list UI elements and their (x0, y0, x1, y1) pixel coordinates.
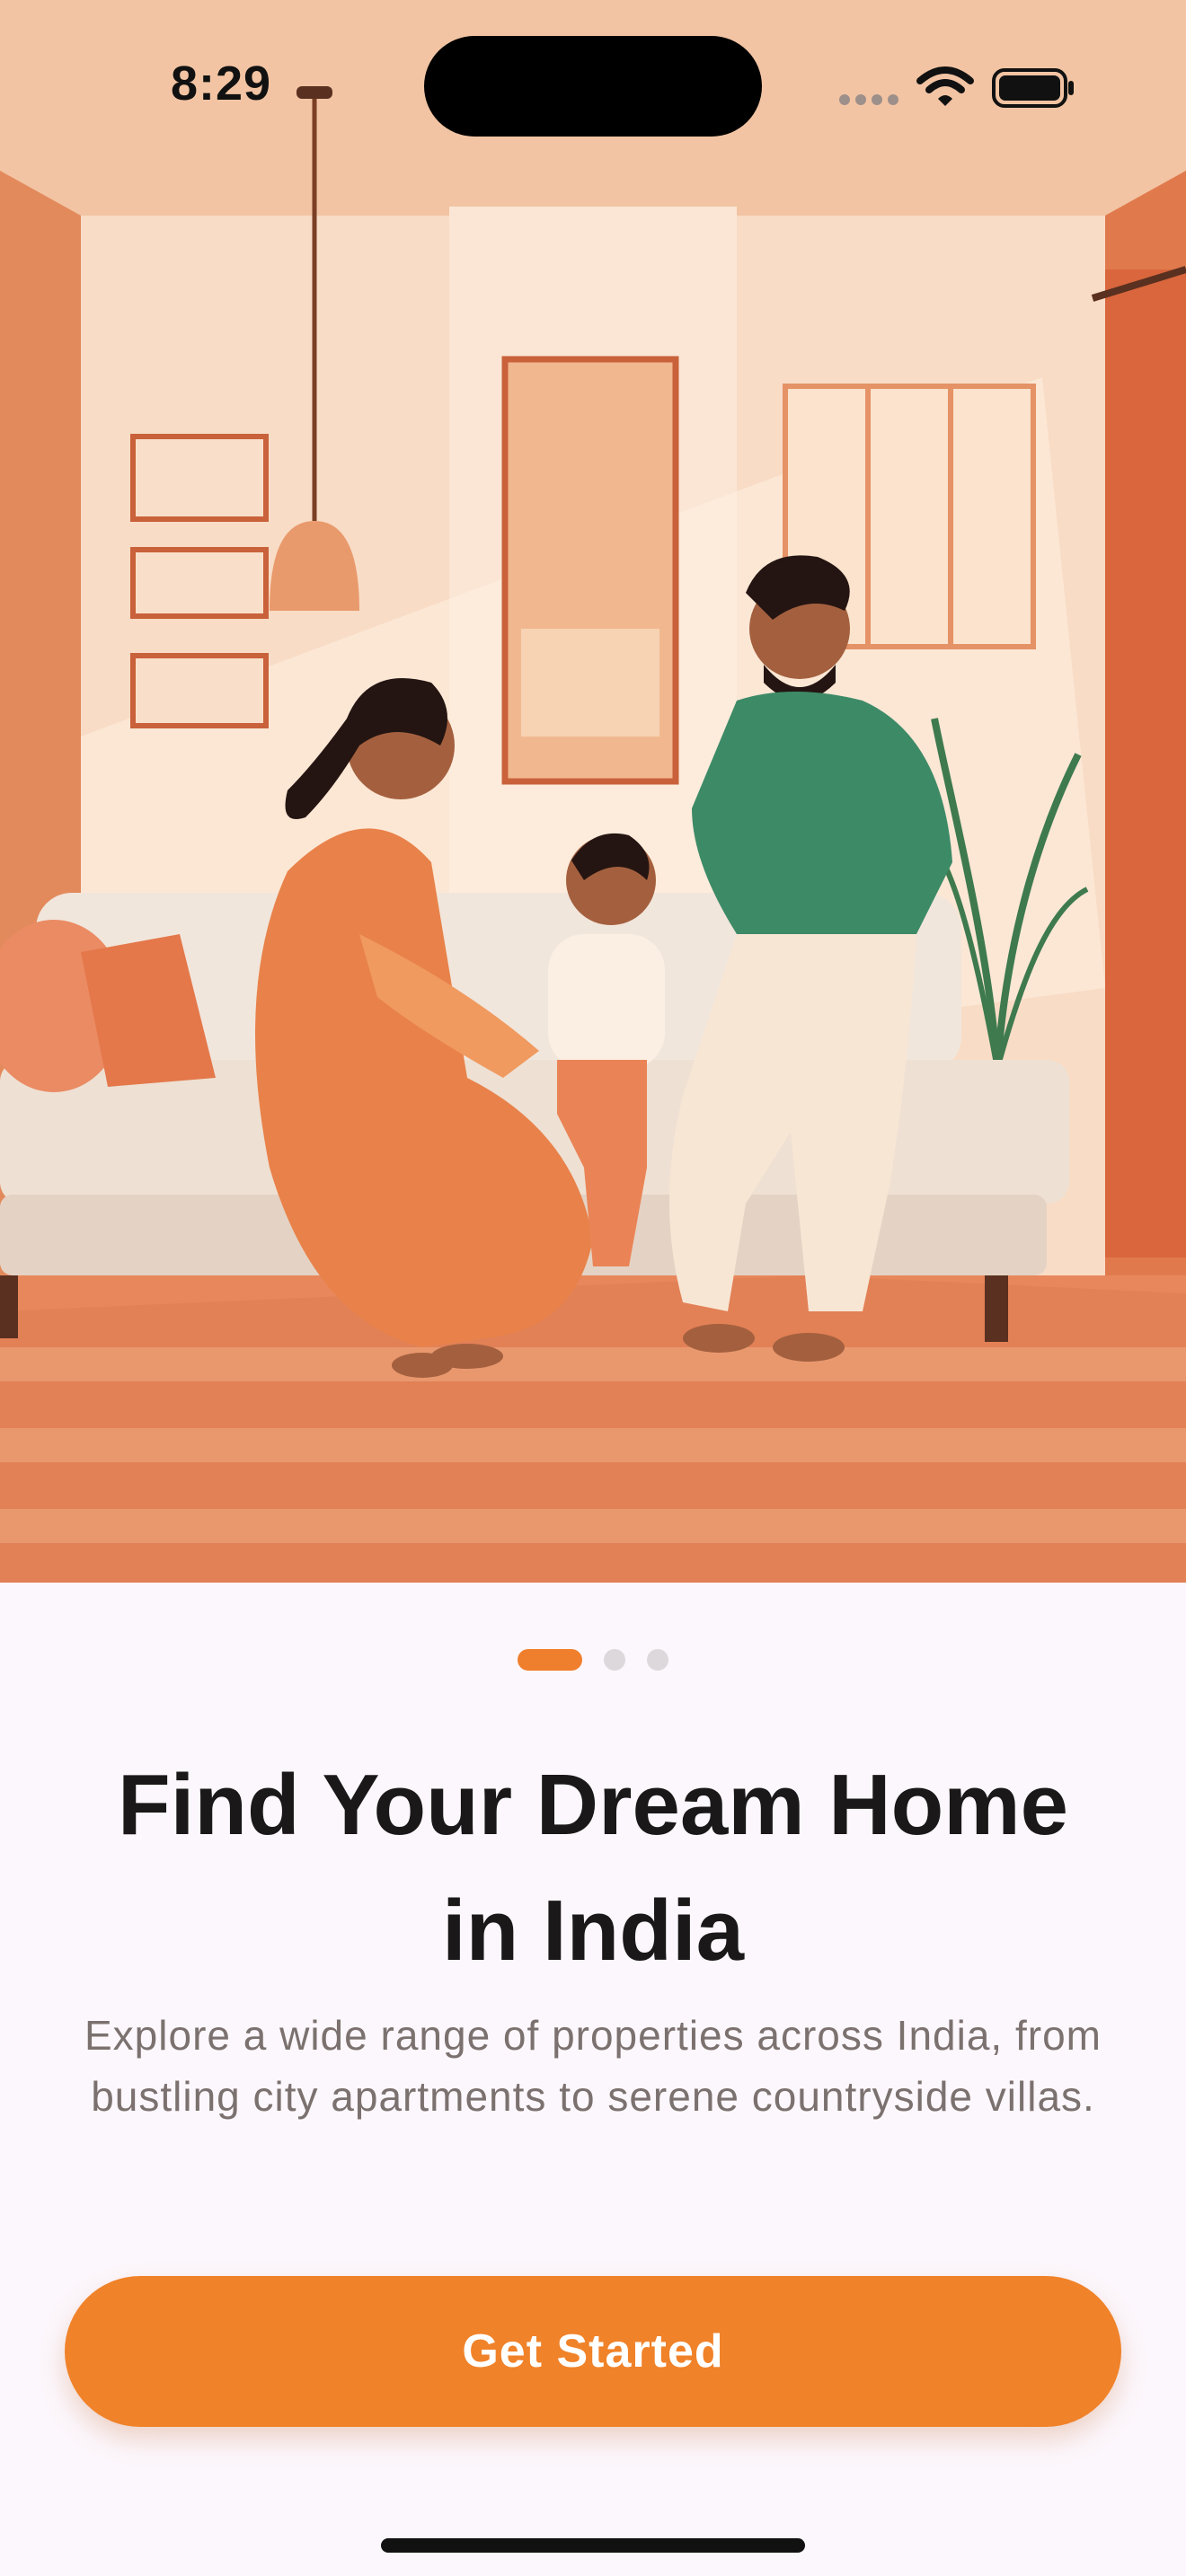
page-indicator (0, 1649, 1186, 1671)
home-indicator[interactable] (381, 2538, 805, 2553)
battery-icon (992, 68, 1076, 112)
onboarding-subtitle: Explore a wide range of properties acros… (84, 2012, 1102, 2120)
hero-illustration (0, 0, 1186, 1583)
status-time: 8:29 (171, 57, 272, 110)
wifi-icon (916, 66, 974, 112)
onboarding-title: Find Your Dream Home in India (118, 1757, 1068, 1979)
status-bar: 8:29 (0, 0, 1186, 171)
get-started-button[interactable]: Get Started (65, 2276, 1121, 2427)
page-dot-active[interactable] (517, 1649, 582, 1671)
dynamic-island (424, 36, 762, 137)
cellular-signal-icon (839, 93, 904, 110)
page-dot[interactable] (647, 1649, 669, 1671)
page-dot[interactable] (604, 1649, 625, 1671)
